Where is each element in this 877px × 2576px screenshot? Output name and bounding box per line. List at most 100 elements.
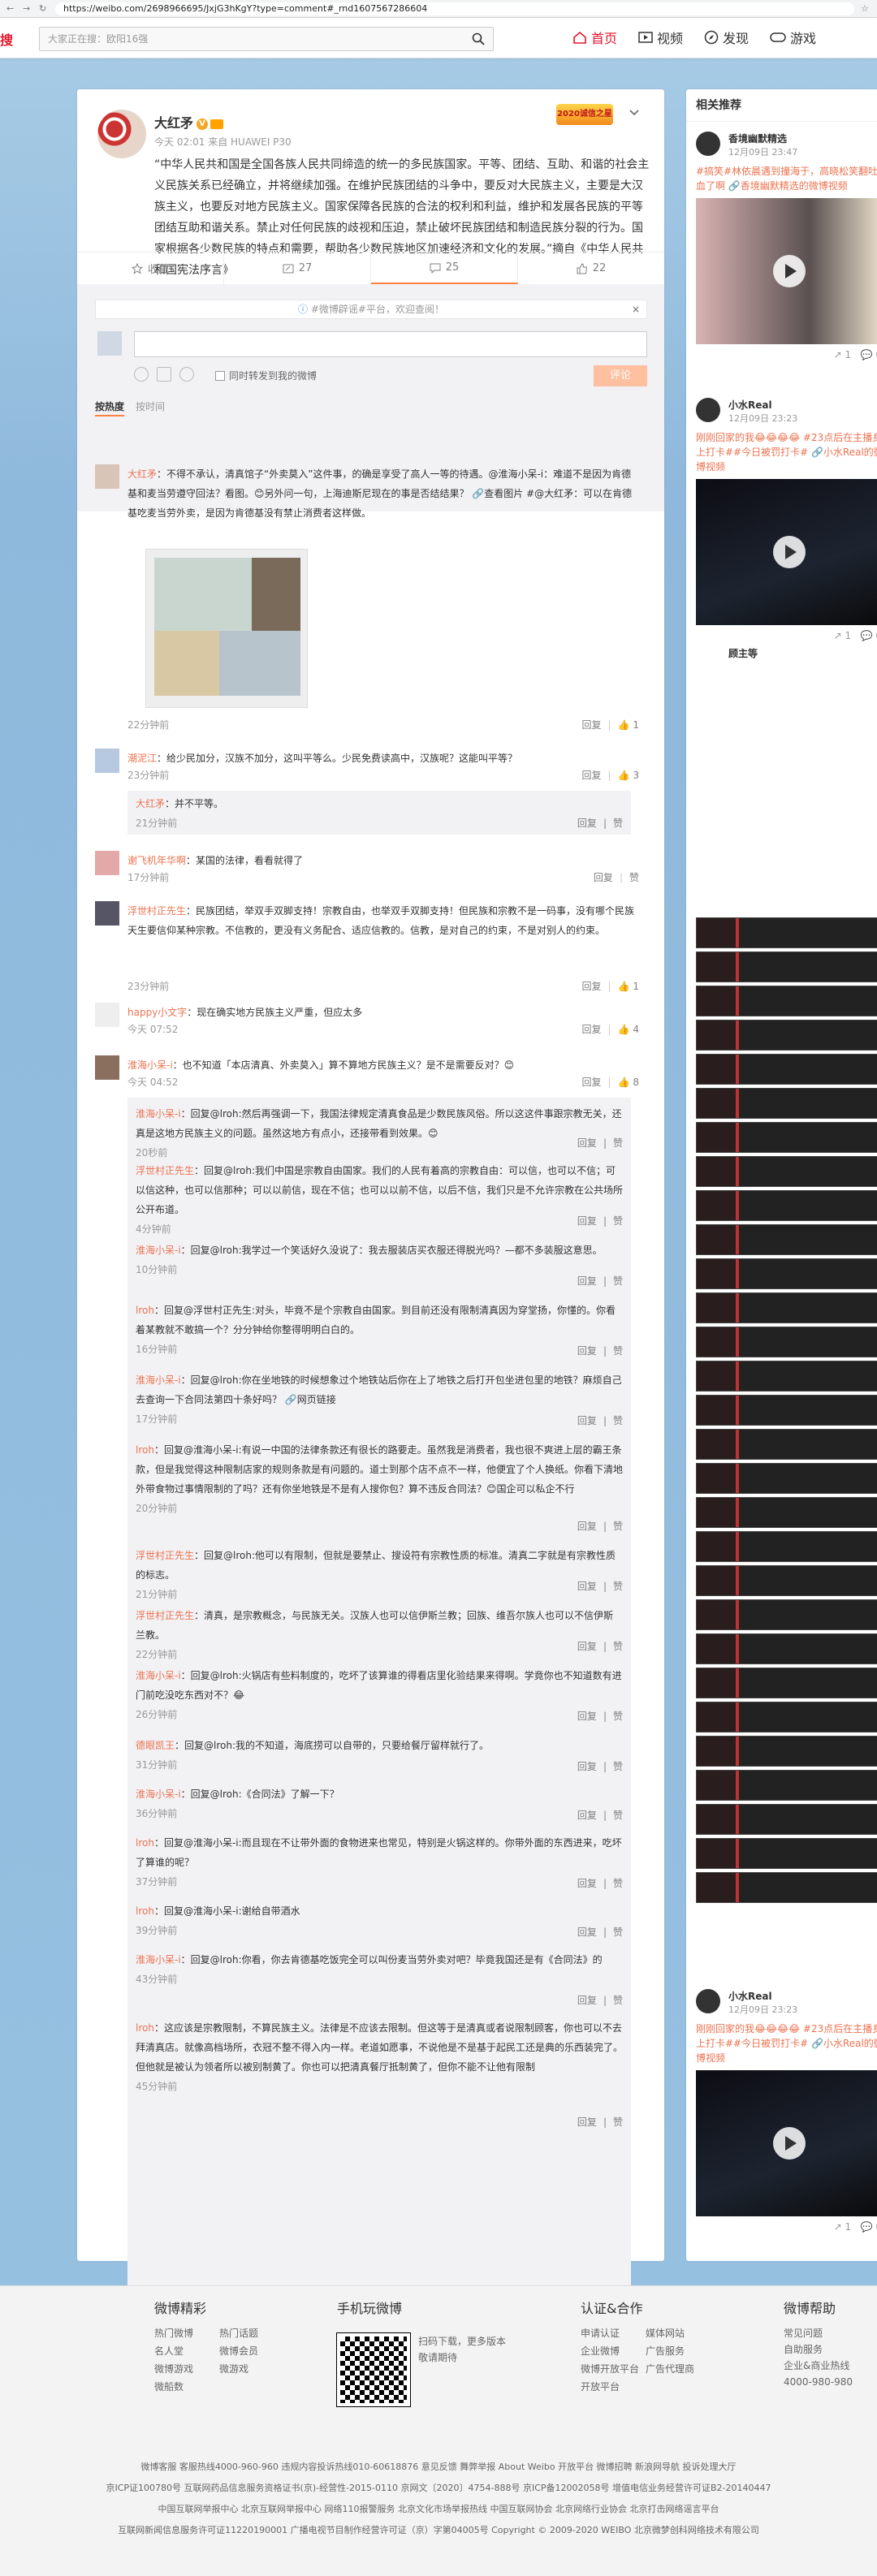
nav-home[interactable]: 首页 (572, 28, 617, 47)
replier-name[interactable]: 淮海小呆-i (136, 1374, 181, 1386)
commenter-name[interactable]: 潮泥江 (127, 753, 157, 764)
reply-button[interactable]: 回复 (577, 1806, 597, 1825)
commenter-avatar[interactable] (95, 1003, 119, 1027)
like-button[interactable]: 赞 (613, 1874, 623, 1893)
favorite-button[interactable]: 收藏 (77, 252, 224, 284)
play-icon[interactable] (773, 2127, 806, 2160)
reply-button[interactable]: 回复 (577, 1757, 597, 1776)
footer-link[interactable]: 名人堂 (154, 2343, 219, 2359)
like-button[interactable]: 赞 (613, 1806, 623, 1825)
comment-button[interactable]: 25 (371, 252, 518, 284)
video-thumbnail[interactable] (696, 1190, 877, 1221)
like-button[interactable]: 赞 (613, 1922, 623, 1942)
reply-button[interactable]: 回复 (577, 1211, 597, 1231)
footer-link[interactable]: 广告服务 (646, 2343, 711, 2359)
video-thumbnail[interactable] (696, 1702, 877, 1732)
reply-button[interactable]: 回复 (577, 1991, 597, 2010)
forward-icon[interactable]: → (23, 3, 32, 14)
address-bar[interactable]: https://weibo.com/2698966695/JxjG3hKgY?t… (55, 2, 854, 15)
replier-name[interactable]: 大红矛 (136, 798, 165, 809)
video-thumbnail[interactable] (696, 1088, 877, 1119)
video-thumbnail[interactable] (696, 986, 877, 1016)
video-author[interactable]: 香境幽默精选 12月09日 23:47 (696, 132, 877, 161)
play-icon[interactable] (773, 255, 806, 287)
reply-button[interactable]: 回复 (577, 1874, 597, 1893)
author-name-text[interactable]: 大红矛 (154, 115, 193, 131)
replier-name[interactable]: lroh (136, 2022, 154, 2034)
like-button[interactable]: 赞 (613, 1707, 623, 1726)
video-thumbnail[interactable] (696, 1770, 877, 1801)
video-thumbnail[interactable] (696, 1633, 877, 1664)
like-button[interactable]: 赞 (613, 1991, 623, 2010)
like-button[interactable]: 22 (518, 252, 664, 284)
footer-link[interactable]: 媒体网站 (646, 2325, 711, 2341)
replier-name[interactable]: 淮海小呆-i (136, 1670, 181, 1681)
footer-legal-line[interactable]: 互联网新闻信息服务许可证11220190001 广播电视节目制作经营许可证（京）… (0, 2520, 877, 2541)
replier-name[interactable]: 浮世村正先生 (136, 1610, 194, 1621)
reply-button[interactable]: 回复 (582, 718, 602, 731)
star-icon[interactable]: ☆ (861, 3, 871, 14)
commenter-avatar[interactable] (95, 464, 119, 489)
reply-button[interactable]: 回复 (577, 1341, 597, 1361)
search-input[interactable]: 大家正在搜：欧阳16强 (39, 27, 494, 51)
like-button[interactable]: 赞 (613, 813, 623, 833)
footer-link[interactable]: 企业微博 (581, 2343, 646, 2359)
video-thumbnail[interactable] (696, 1804, 877, 1835)
video-thumbnail[interactable] (696, 917, 877, 948)
reply-button[interactable]: 回复 (577, 1922, 597, 1942)
footer-link[interactable]: 申请认证 (581, 2325, 646, 2341)
video-thumbnail[interactable] (696, 1599, 877, 1630)
video-thumbnail[interactable] (696, 1838, 877, 1869)
replier-name[interactable]: 浮世村正先生 (136, 1550, 194, 1561)
nav-video[interactable]: 视频 (638, 28, 683, 47)
like-button[interactable]: 赞 (629, 870, 639, 884)
like-button[interactable]: 赞 (613, 1577, 623, 1596)
video-thumbnail[interactable] (696, 1429, 877, 1460)
video-reposts[interactable]: 1 (845, 630, 852, 641)
reply-button[interactable]: 回复 (577, 2112, 597, 2132)
author-avatar[interactable] (97, 110, 146, 158)
video-reposts[interactable]: 1 (845, 2221, 852, 2233)
chevron-down-icon[interactable] (629, 107, 639, 117)
close-icon[interactable]: × (632, 300, 640, 318)
like-button[interactable]: 赞 (613, 1411, 623, 1430)
replier-name[interactable]: lroh (136, 1305, 154, 1316)
replier-name[interactable]: lroh (136, 1837, 154, 1849)
video-card[interactable]: 小水Real 12月09日 23:23 刚刚回家的我😂😂😂😂 #23点后在主播身上… (696, 1989, 877, 2237)
reply-button[interactable]: 回复 (577, 1271, 597, 1291)
footer-legal-line[interactable]: 微博客服 客服热线4000-960-960 违规内容投诉热线010-606188… (0, 2457, 877, 2478)
footer-link[interactable]: 热门话题 (219, 2325, 284, 2341)
replier-name[interactable]: 德眼凯王 (136, 1740, 175, 1751)
footer-link[interactable]: 广告代理商 (646, 2361, 711, 2377)
search-icon[interactable] (472, 32, 485, 45)
video-player[interactable] (696, 2070, 877, 2216)
emoji-icon[interactable] (134, 367, 149, 382)
like-button[interactable]: 赞 (613, 1757, 623, 1776)
image-icon[interactable] (157, 367, 171, 382)
weibo-logo[interactable]: 搜 (0, 29, 13, 49)
video-card-more[interactable]: 顾主等 (696, 646, 877, 660)
repost-button[interactable]: 27 (224, 252, 371, 284)
reply-button[interactable]: 回复 (582, 1075, 602, 1089)
nav-game[interactable]: 游戏 (770, 28, 816, 47)
like-button[interactable]: 👍 1 (618, 719, 639, 731)
video-thumbnail[interactable] (696, 1872, 877, 1903)
video-card[interactable]: 小水Real 12月09日 23:23 刚刚回家的我😂😂😂😂 #23点后在主播身上… (696, 398, 877, 660)
checkbox-icon[interactable] (215, 370, 225, 381)
like-button[interactable]: 👍 4 (618, 1024, 639, 1035)
video-thumbnail[interactable] (696, 1361, 877, 1392)
reply-button[interactable]: 回复 (577, 1411, 597, 1430)
video-thumbnail[interactable] (696, 1224, 877, 1255)
video-thumbnail[interactable] (696, 1327, 877, 1357)
replier-name[interactable]: 淮海小呆-i (136, 1954, 181, 1965)
play-icon[interactable] (773, 536, 806, 568)
commenter-name[interactable]: 浮世村正先生 (127, 905, 186, 917)
reload-icon[interactable]: ↻ (39, 3, 49, 14)
reply-button[interactable]: 回复 (577, 813, 597, 833)
video-thumbnail[interactable] (696, 1054, 877, 1085)
video-thumbnail[interactable] (696, 1565, 877, 1596)
video-thumbnail[interactable] (696, 951, 877, 982)
like-button[interactable]: 👍 8 (618, 1077, 639, 1088)
replier-name[interactable]: 淮海小呆-i (136, 1108, 181, 1120)
video-desc[interactable]: 刚刚回家的我😂😂😂😂 #23点后在主播身上打卡##今日被罚打卡# 🔗小水Real… (696, 2022, 877, 2065)
